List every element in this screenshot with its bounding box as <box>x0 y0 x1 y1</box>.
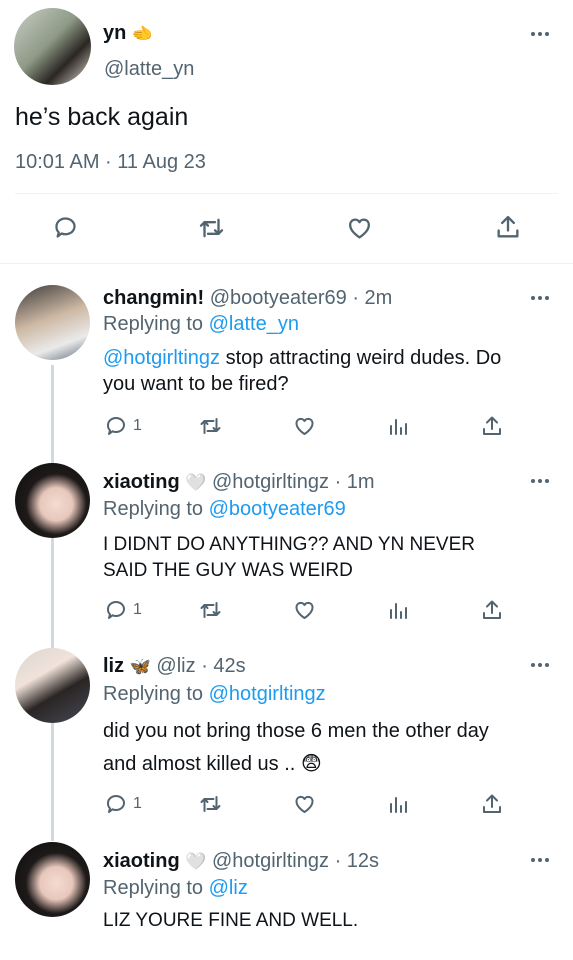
share-icon[interactable] <box>480 414 504 438</box>
mention-link[interactable]: @bootyeater69 <box>209 498 346 520</box>
analytics-icon[interactable] <box>386 598 410 622</box>
display-name[interactable]: changmin! <box>103 287 204 309</box>
name-emoji: 🦋 <box>129 657 151 676</box>
handle[interactable]: @liz <box>156 655 195 677</box>
reply-text: @hotgirltingz stop attracting weird dude… <box>103 347 502 395</box>
like-icon[interactable] <box>292 792 317 816</box>
replying-to: Replying to @latte_yn <box>103 313 299 335</box>
name-emoji: 🤍 <box>185 473 207 492</box>
time[interactable]: · 2m <box>352 287 392 309</box>
time[interactable]: · 42s <box>201 655 245 677</box>
avatar[interactable] <box>14 8 91 85</box>
thread-line <box>51 365 54 841</box>
display-name[interactable]: xiaoting <box>103 850 180 872</box>
like-icon[interactable] <box>292 414 317 438</box>
time[interactable]: · 1m <box>335 471 375 493</box>
time[interactable]: · 12s <box>335 850 379 872</box>
mention-link[interactable]: @latte_yn <box>209 313 299 335</box>
reply-count: 1 <box>133 795 142 812</box>
retweet-icon[interactable] <box>197 214 226 242</box>
replying-to: Replying to @bootyeater69 <box>103 498 346 520</box>
reply-icon[interactable] <box>104 598 128 622</box>
handle[interactable]: @hotgirltingz <box>212 471 329 493</box>
replying-to: Replying to @liz <box>103 877 248 899</box>
analytics-icon[interactable] <box>386 414 410 438</box>
retweet-icon[interactable] <box>198 792 223 816</box>
more-icon[interactable] <box>531 858 549 862</box>
like-icon[interactable] <box>292 598 317 622</box>
more-icon[interactable] <box>531 296 549 300</box>
share-icon[interactable] <box>494 213 522 241</box>
divider <box>15 193 558 194</box>
share-icon[interactable] <box>480 598 504 622</box>
reply-icon[interactable] <box>104 414 128 438</box>
display-name[interactable]: yn 🫲 <box>103 22 153 45</box>
reply-icon[interactable] <box>104 792 128 816</box>
more-icon[interactable] <box>531 663 549 667</box>
tweet-text: he’s back again <box>15 103 189 131</box>
reply-header: xiaoting 🤍 @hotgirltingz · 12s <box>103 850 379 873</box>
mention-link[interactable]: @hotgirltingz <box>103 347 220 369</box>
handle[interactable]: @latte_yn <box>104 58 194 81</box>
retweet-icon[interactable] <box>198 414 223 438</box>
divider <box>0 263 573 264</box>
mention-link[interactable]: @hotgirltingz <box>209 683 326 705</box>
reply-text: did you not bring those 6 men the other … <box>103 720 489 775</box>
handle[interactable]: @bootyeater69 <box>210 287 347 309</box>
avatar[interactable] <box>15 285 90 360</box>
name-emoji: 🤍 <box>185 852 207 871</box>
more-icon[interactable] <box>531 479 549 483</box>
more-icon[interactable] <box>531 32 549 36</box>
reply-text: I DIDNT DO ANYTHING?? AND YN NEVER SAID … <box>103 534 475 581</box>
handle[interactable]: @hotgirltingz <box>212 850 329 872</box>
reply-count: 1 <box>133 601 142 618</box>
mention-link[interactable]: @liz <box>209 877 248 899</box>
avatar[interactable] <box>15 648 90 723</box>
name-emoji: 🫲 <box>131 24 154 43</box>
like-icon[interactable] <box>345 214 374 242</box>
reply-icon[interactable] <box>52 214 79 241</box>
avatar[interactable] <box>15 463 90 538</box>
replying-to: Replying to @hotgirltingz <box>103 683 326 705</box>
display-name[interactable]: liz <box>103 655 124 677</box>
reply-text: LIZ YOURE FINE AND WELL. <box>103 910 359 931</box>
reply-count: 1 <box>133 417 142 434</box>
timestamp[interactable]: 10:01 AM · 11 Aug 23 <box>15 151 206 174</box>
retweet-icon[interactable] <box>198 598 223 622</box>
share-icon[interactable] <box>480 792 504 816</box>
reply-header: xiaoting 🤍 @hotgirltingz · 1m <box>103 471 375 494</box>
reply-header: liz 🦋 @liz · 42s <box>103 655 246 678</box>
display-name[interactable]: xiaoting <box>103 471 180 493</box>
avatar[interactable] <box>15 842 90 917</box>
analytics-icon[interactable] <box>386 792 410 816</box>
reply-header: changmin! @bootyeater69 · 2m <box>103 287 392 310</box>
